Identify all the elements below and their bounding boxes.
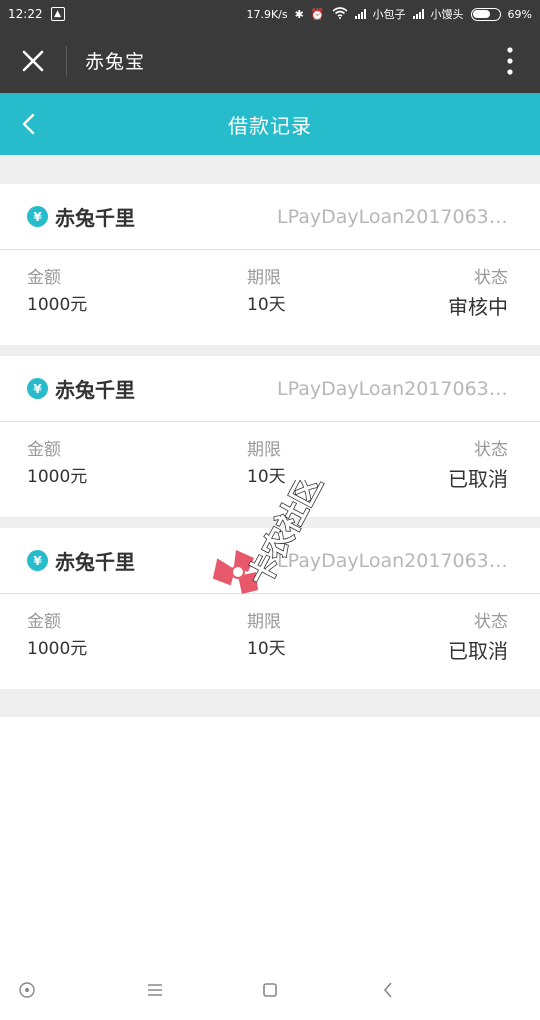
app-title-bar: 赤兔宝 [0, 28, 540, 93]
status-label: 状态 [474, 268, 508, 288]
amount-label: 金额 [27, 440, 61, 460]
signal-icon [354, 9, 366, 19]
loan-record-card[interactable]: ¥ 赤兔千里 LPayDayLoan2017063… 金额 期限 状态 1000… [0, 528, 540, 689]
app-name: 赤兔宝 [85, 51, 146, 73]
chevron-left-icon [22, 113, 35, 135]
loan-id: LPayDayLoan2017063… [277, 205, 508, 228]
close-icon [22, 50, 44, 71]
card-header: ¥ 赤兔千里 LPayDayLoan2017063… [0, 356, 540, 422]
yuan-icon: ¥ [27, 550, 48, 571]
yuan-icon: ¥ [27, 206, 48, 227]
card-header: ¥ 赤兔千里 LPayDayLoan2017063… [0, 184, 540, 250]
bluetooth-icon: ✱ [294, 7, 304, 21]
more-vertical-icon [507, 46, 513, 75]
carrier-2: 小馒头 [430, 8, 464, 21]
close-button[interactable] [0, 28, 66, 93]
back-button[interactable] [8, 93, 48, 155]
card-body: 金额 期限 状态 1000元 10天 已取消 [0, 594, 540, 688]
loan-id: LPayDayLoan2017063… [277, 377, 508, 400]
loan-record-card[interactable]: ¥ 赤兔千里 LPayDayLoan2017063… 金额 期限 状态 1000… [0, 356, 540, 517]
system-navigation-bar [0, 960, 540, 1020]
loan-id: LPayDayLoan2017063… [277, 549, 508, 572]
product-name: 赤兔千里 [55, 378, 135, 402]
loan-record-list: ¥ 赤兔千里 LPayDayLoan2017063… 金额 期限 状态 1000… [0, 155, 540, 717]
card-body: 金额 期限 状态 1000元 10天 审核中 [0, 250, 540, 344]
amount-label: 金额 [27, 612, 61, 632]
system-back-button[interactable] [376, 978, 400, 1002]
page-title: 借款记录 [228, 113, 312, 138]
term-label: 期限 [247, 612, 281, 632]
menu-button[interactable] [143, 978, 167, 1002]
amount-value: 1000元 [27, 639, 88, 659]
status-value: 审核中 [448, 295, 508, 319]
amount-label: 金额 [27, 268, 61, 288]
term-label: 期限 [247, 268, 281, 288]
amount-value: 1000元 [27, 467, 88, 487]
battery-percent: 69% [507, 7, 532, 21]
network-speed: 17.9K/s [246, 7, 288, 21]
status-bar: 12:22 ▲ 17.9K/s ✱ ⏰ 小包子 小馒头 69% [0, 0, 540, 28]
assistant-button[interactable] [15, 978, 39, 1002]
term-value: 10天 [247, 467, 286, 487]
card-body: 金额 期限 状态 1000元 10天 已取消 [0, 422, 540, 516]
card-header: ¥ 赤兔千里 LPayDayLoan2017063… [0, 528, 540, 594]
status-label: 状态 [474, 612, 508, 632]
status-label: 状态 [474, 440, 508, 460]
signal-icon-2 [412, 9, 424, 19]
more-button[interactable] [480, 28, 540, 93]
status-time: 12:22 [8, 7, 43, 21]
status-right: 17.9K/s ✱ ⏰ 小包子 小馒头 69% [246, 6, 532, 22]
term-value: 10天 [247, 639, 286, 659]
menu-icon [148, 984, 162, 996]
product-name: 赤兔千里 [55, 550, 135, 574]
term-value: 10天 [247, 295, 286, 315]
term-label: 期限 [247, 440, 281, 460]
product-name: 赤兔千里 [55, 206, 135, 230]
battery-icon [470, 7, 501, 21]
home-button[interactable] [258, 978, 282, 1002]
wifi-icon [332, 6, 348, 22]
status-value: 已取消 [448, 467, 508, 491]
chevron-left-icon [383, 982, 392, 998]
notification-icon: ▲ [50, 7, 65, 21]
title-divider [66, 45, 67, 76]
loan-record-card[interactable]: ¥ 赤兔千里 LPayDayLoan2017063… 金额 期限 状态 1000… [0, 184, 540, 345]
square-icon [263, 983, 277, 997]
alarm-icon: ⏰ [310, 7, 325, 21]
nav-bar: 借款记录 [0, 93, 540, 155]
circle-dot-icon [19, 982, 35, 998]
amount-value: 1000元 [27, 295, 88, 315]
yuan-icon: ¥ [27, 378, 48, 399]
status-value: 已取消 [448, 639, 508, 663]
carrier-1: 小包子 [372, 8, 406, 21]
